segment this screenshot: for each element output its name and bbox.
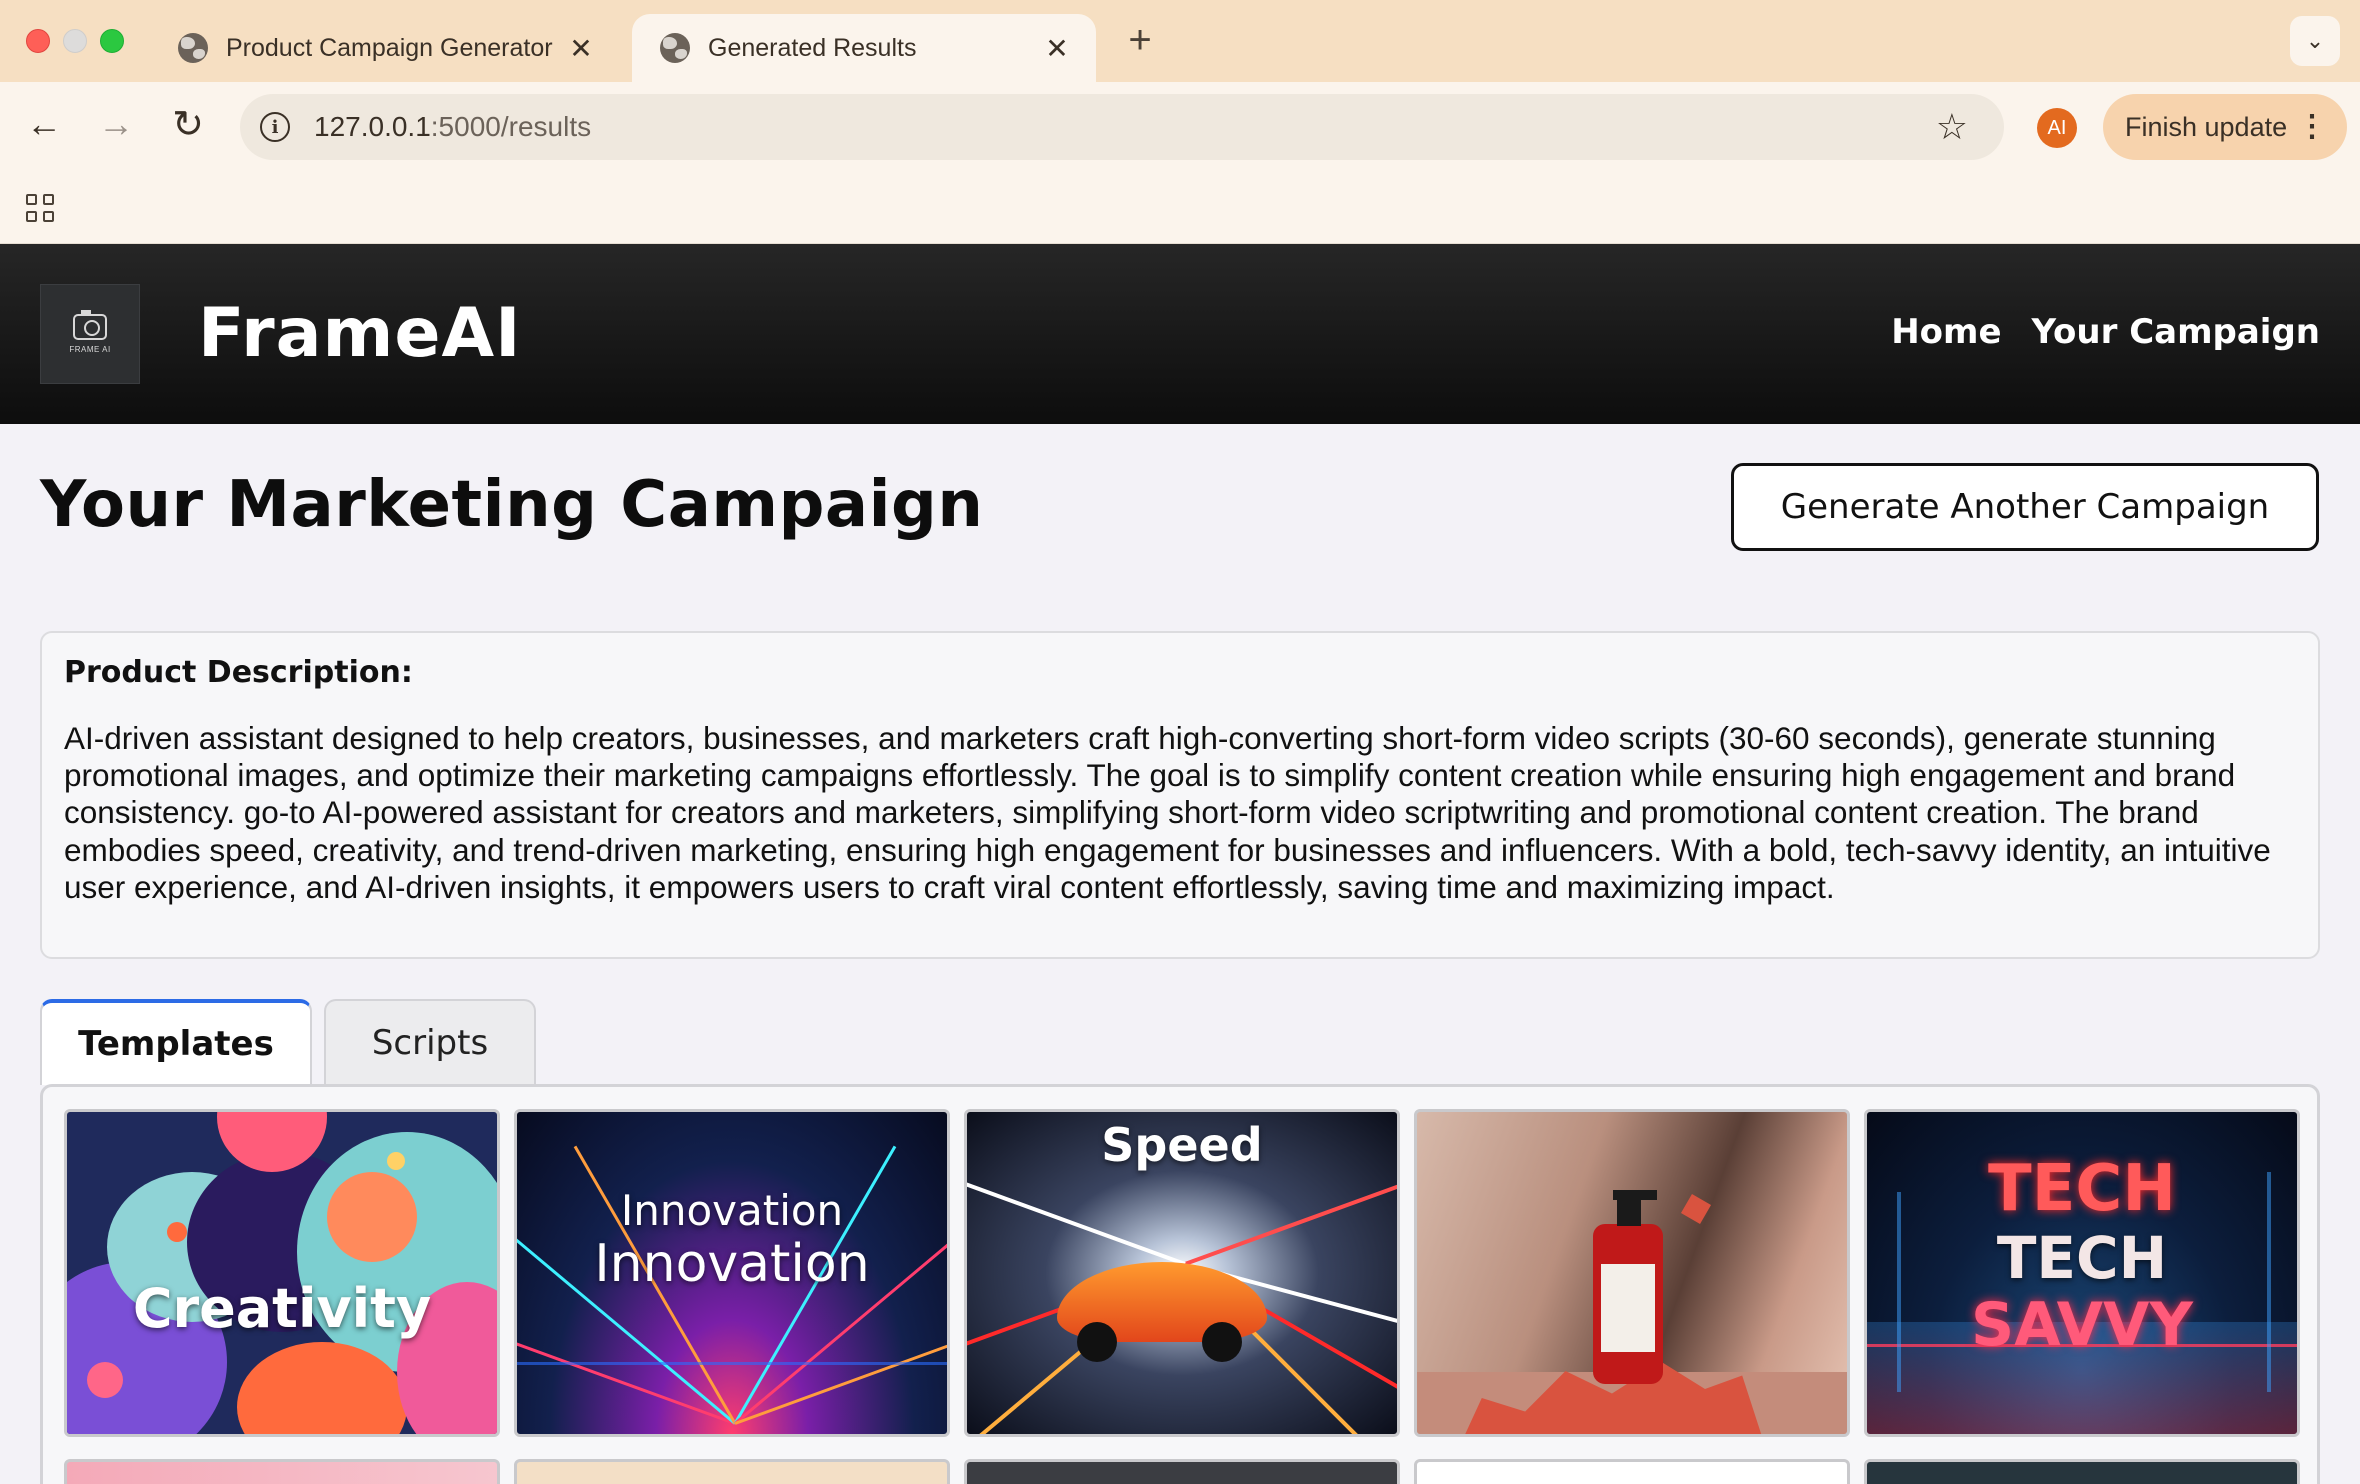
template-card-tech-savvy[interactable]: TECH TECH SAVVY xyxy=(1864,1109,2300,1437)
url-path: :5000/results xyxy=(430,111,592,142)
logo-text: FRAME AI xyxy=(69,345,111,354)
template-card-speed[interactable]: Speed xyxy=(964,1109,1400,1437)
camera-icon xyxy=(73,310,107,340)
template-label-1: TECH xyxy=(1988,1152,2176,1226)
description-heading: Product Description: xyxy=(64,655,413,690)
brand-name[interactable]: FrameAI xyxy=(198,294,521,373)
template-card-row2-3[interactable] xyxy=(964,1459,1400,1484)
template-label-bottom: Innovation xyxy=(594,1234,870,1294)
close-icon[interactable]: ✕ xyxy=(566,32,596,65)
bookmark-star-icon[interactable]: ☆ xyxy=(1936,106,1968,148)
tab-scripts[interactable]: Scripts xyxy=(324,999,536,1085)
back-button[interactable]: ← xyxy=(22,102,66,146)
reload-button[interactable]: ↻ xyxy=(166,102,210,146)
browser-toolbar: ← → ↻ i 127.0.0.1:5000/results ☆ AI Fini… xyxy=(0,82,2360,166)
window-minimize-button[interactable] xyxy=(63,29,87,53)
profile-avatar[interactable]: AI xyxy=(2037,108,2077,148)
tab-title: Product Campaign Generator xyxy=(226,33,553,62)
globe-icon xyxy=(178,33,208,63)
browser-tab-product-campaign-generator[interactable]: Product Campaign Generator ✕ xyxy=(150,14,620,82)
result-tabs: Templates Scripts xyxy=(40,999,536,1085)
template-label: Speed xyxy=(1101,1118,1263,1172)
template-label: Creativity xyxy=(132,1277,432,1340)
description-text: AI-driven assistant designed to help cre… xyxy=(64,720,2271,905)
finish-update-button[interactable]: Finish update ⋮ xyxy=(2103,94,2347,160)
finish-update-label: Finish update xyxy=(2125,111,2288,142)
template-card-row2-1[interactable] xyxy=(64,1459,500,1484)
template-card-creativity[interactable]: Creativity xyxy=(64,1109,500,1437)
new-tab-button[interactable]: + xyxy=(1120,18,1160,62)
window-zoom-button[interactable] xyxy=(100,29,124,53)
bookmarks-bar xyxy=(0,166,2360,244)
globe-icon xyxy=(660,33,690,63)
url-host: 127.0.0.1 xyxy=(314,111,431,142)
kebab-menu-icon[interactable]: ⋮ xyxy=(2297,108,2327,146)
template-card-product-bottle[interactable] xyxy=(1414,1109,1850,1437)
address-bar[interactable]: i 127.0.0.1:5000/results ☆ xyxy=(240,94,2004,160)
generate-another-campaign-button[interactable]: Generate Another Campaign xyxy=(1731,463,2319,551)
site-logo[interactable]: FRAME AI xyxy=(40,284,140,384)
template-card-row2-4[interactable] xyxy=(1414,1459,1850,1484)
template-label-2: TECH xyxy=(1996,1224,2168,1292)
site-info-icon[interactable]: i xyxy=(260,112,290,142)
site-header: FRAME AI FrameAI Home Your Campaign xyxy=(0,244,2360,424)
close-icon[interactable]: ✕ xyxy=(1042,32,1072,65)
nav-your-campaign[interactable]: Your Campaign xyxy=(2032,312,2320,352)
nav-home[interactable]: Home xyxy=(1891,312,2001,352)
page-title: Your Marketing Campaign xyxy=(40,468,984,542)
template-label-top: Innovation xyxy=(620,1186,844,1235)
tab-search-button[interactable]: ⌄ xyxy=(2290,16,2340,66)
template-label-3: SAVVY xyxy=(1971,1290,2193,1360)
chevron-down-icon: ⌄ xyxy=(2305,28,2325,53)
browser-tab-strip: Product Campaign Generator ✕ Generated R… xyxy=(0,0,2360,82)
templates-gallery: Creativity Innovation Innovation Speed T… xyxy=(40,1084,2320,1484)
template-card-row2-2[interactable] xyxy=(514,1459,950,1484)
template-card-row2-5[interactable] xyxy=(1864,1459,2300,1484)
browser-tab-generated-results[interactable]: Generated Results ✕ xyxy=(632,14,1096,82)
apps-grid-icon[interactable] xyxy=(26,194,54,222)
site-nav: Home Your Campaign xyxy=(1891,312,2320,352)
window-close-button[interactable] xyxy=(26,29,50,53)
url-text[interactable]: 127.0.0.1:5000/results xyxy=(314,111,1936,143)
tab-title: Generated Results xyxy=(708,33,917,62)
forward-button[interactable]: → xyxy=(94,102,138,146)
product-description-card: Product Description: AI-driven assistant… xyxy=(40,631,2320,959)
template-card-innovation[interactable]: Innovation Innovation xyxy=(514,1109,950,1437)
tab-templates[interactable]: Templates xyxy=(40,999,312,1085)
